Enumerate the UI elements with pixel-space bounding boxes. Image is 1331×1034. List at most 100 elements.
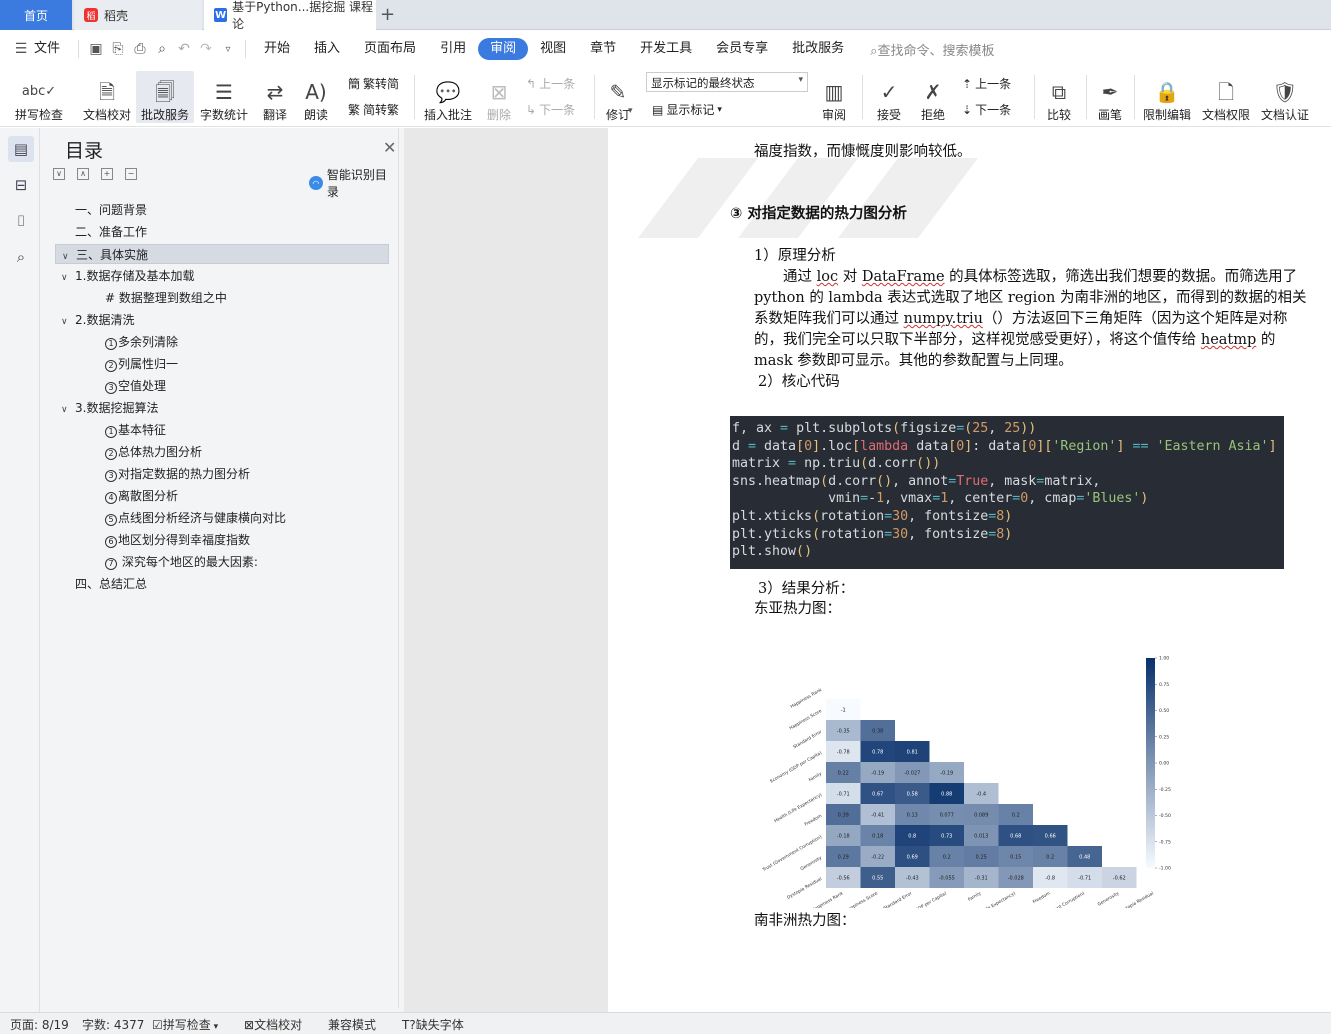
- read-aloud-button[interactable]: A) 朗读: [298, 71, 334, 123]
- collapse-all-icon[interactable]: ∧: [77, 168, 89, 180]
- spell-check-label: 拼写检查: [14, 108, 63, 122]
- smart-toc-button[interactable]: ◠ 智能识别目录: [309, 166, 398, 200]
- toc-item[interactable]: 四、总结汇总: [75, 574, 147, 594]
- remove-heading-icon[interactable]: −: [125, 168, 137, 180]
- undo-icon[interactable]: ↶: [173, 41, 195, 57]
- paragraph-line: 的，我们完全可以只取下半部分，这样视觉感受更好），将这个值传给 heatmp 的: [754, 328, 1275, 349]
- toc-item[interactable]: 3 空值处理: [105, 376, 166, 396]
- accept-button[interactable]: ✓ 接受: [870, 71, 908, 123]
- tab-document[interactable]: W 基于Python...据挖掘 课程论: [204, 0, 376, 31]
- menu-grading[interactable]: 批改服务: [780, 38, 856, 60]
- toc-item[interactable]: 1 多余列清除: [105, 332, 178, 352]
- spell-check-button[interactable]: abc✓ 拼写检查: [8, 71, 70, 123]
- toc-item[interactable]: 2 总体热力图分析: [105, 442, 202, 462]
- menu-insert[interactable]: 插入: [302, 38, 352, 60]
- prev-change-button[interactable]: ⇡ 上一条: [962, 75, 1011, 92]
- figure-caption: 南非洲热力图：: [754, 913, 856, 929]
- menu-view[interactable]: 视图: [528, 38, 578, 60]
- preview-icon[interactable]: ⌕: [151, 41, 173, 57]
- menu-chapter[interactable]: 章节: [578, 38, 628, 60]
- expand-all-icon[interactable]: ∨: [53, 168, 65, 180]
- paragraph-line: 通过 loc 对 DataFrame 的具体标签选取，筛选出我们想要的数据。而筛…: [754, 265, 1297, 286]
- delete-comment-button[interactable]: ⊠ 删除: [480, 71, 518, 123]
- chevron-down-icon[interactable]: ∨: [61, 268, 75, 288]
- menu-file[interactable]: 文件: [32, 38, 72, 60]
- menu-start[interactable]: 开始: [252, 38, 302, 60]
- chevron-down-icon[interactable]: ∨: [61, 400, 75, 420]
- save-icon[interactable]: ▣: [85, 41, 107, 57]
- bookmark-icon[interactable]: ⌷: [8, 208, 34, 234]
- compare-label: 比较: [1046, 108, 1071, 122]
- toc-item[interactable]: 一、问题背景: [75, 200, 147, 220]
- command-search[interactable]: ⌕查找命令、搜索模板: [870, 40, 994, 59]
- review-pane-button[interactable]: ▥ 审阅: [816, 71, 852, 123]
- traditional-to-simplified-button[interactable]: 簡繁转简: [348, 75, 399, 92]
- restrict-editing-button[interactable]: 🔒 限制编辑: [1140, 71, 1194, 123]
- heatmap-ytick-label: Standard Error: [792, 729, 823, 750]
- toc-item[interactable]: # 数据整理到数组之中: [105, 288, 227, 308]
- prev-comment-button[interactable]: ↰ 上一条: [526, 75, 575, 92]
- next-comment-button[interactable]: ↳ 下一条: [526, 101, 575, 118]
- chevron-down-icon[interactable]: ∨: [62, 247, 76, 267]
- next-change-button[interactable]: ⇣ 下一条: [962, 101, 1011, 118]
- grading-service-button[interactable]: 🗐 批改服务: [136, 71, 194, 123]
- toc-item[interactable]: ∨ 2.数据清洗: [61, 310, 134, 330]
- chapter-nav-icon[interactable]: ⊟: [8, 172, 34, 198]
- new-tab-icon[interactable]: +: [380, 4, 395, 25]
- tab-docer[interactable]: 稻稻壳: [74, 0, 202, 30]
- redo-icon[interactable]: ↷: [195, 41, 217, 57]
- word-count[interactable]: 字数: 4377: [82, 1016, 144, 1033]
- menu-member[interactable]: 会员专享: [704, 38, 780, 60]
- menu-reference[interactable]: 引用: [428, 38, 478, 60]
- print-icon[interactable]: ⎙: [129, 41, 151, 57]
- customize-icon[interactable]: ▿: [217, 44, 239, 55]
- close-icon[interactable]: ✕: [383, 138, 396, 157]
- toc-item[interactable]: 7 深究每个地区的最大因素:: [105, 552, 258, 572]
- document-canvas[interactable]: 福度指数，而慷慨度则影响较低。 ③ 对指定数据的热力图分析 1）原理分析 通过 …: [404, 128, 1331, 1012]
- toc-item[interactable]: ∨ 1.数据存储及基本加载: [61, 266, 194, 286]
- find-icon[interactable]: ⌕: [8, 244, 34, 270]
- toc-item[interactable]: 4 离散图分析: [105, 486, 178, 506]
- document-permission-button[interactable]: 🗋 文档权限: [1199, 71, 1253, 123]
- menu-review[interactable]: 审阅: [478, 38, 529, 60]
- markup-state-select[interactable]: 显示标记的最终状态 ▾: [646, 72, 808, 92]
- toc-item[interactable]: ∨ 三、具体实施: [55, 244, 389, 264]
- toc-item[interactable]: 二、准备工作: [75, 222, 147, 242]
- toc-item[interactable]: 3 对指定数据的热力图分析: [105, 464, 250, 484]
- track-changes-chevron-icon[interactable]: ▾: [628, 106, 633, 116]
- tab-home[interactable]: 首页: [0, 0, 72, 30]
- status-proofread[interactable]: ⊠文档校对: [244, 1016, 302, 1033]
- document-search-icon: 🗐: [155, 80, 175, 104]
- export-icon[interactable]: ⎘: [107, 41, 129, 57]
- colorbar-tick-label: 0.25: [1159, 734, 1169, 740]
- outline-icon[interactable]: ▤: [8, 136, 34, 162]
- toc-item[interactable]: 5 点线图分析经济与健康横向对比: [105, 508, 286, 528]
- toc-item-label: 3.数据挖掘算法: [75, 401, 159, 415]
- insert-comment-button[interactable]: 💬 插入批注: [422, 71, 474, 123]
- show-markup-button[interactable]: ▤ 显示标记 ▾: [652, 101, 722, 118]
- heatmap-cell-value: 0.68: [1010, 834, 1021, 840]
- document-page[interactable]: 福度指数，而慷慨度则影响较低。 ③ 对指定数据的热力图分析 1）原理分析 通过 …: [608, 128, 1331, 1012]
- status-spell-check[interactable]: ☑拼写检查 ▾: [152, 1016, 218, 1033]
- hamburger-icon[interactable]: ☰: [10, 41, 32, 57]
- reject-button[interactable]: ✗ 拒绝: [914, 71, 952, 123]
- compare-button[interactable]: ⧉ 比较: [1040, 71, 1078, 123]
- simplified-to-traditional-button[interactable]: 繁简转繁: [348, 101, 399, 118]
- word-count-button[interactable]: ☰ 字数统计: [196, 71, 252, 123]
- toc-item[interactable]: 1 基本特征: [105, 420, 166, 440]
- ink-button[interactable]: ✒ 画笔: [1094, 71, 1126, 123]
- document-certify-button[interactable]: 🛡 文档认证: [1258, 71, 1312, 123]
- translate-button[interactable]: ⇄ 翻译: [256, 71, 294, 123]
- proofread-button[interactable]: 🗎 文档校对: [78, 71, 136, 123]
- missing-font[interactable]: T?缺失字体: [402, 1016, 464, 1033]
- toc-item[interactable]: 2 列属性归一: [105, 354, 178, 374]
- toc-item-label: 空值处理: [118, 379, 167, 393]
- chevron-down-icon: ▾: [798, 75, 803, 85]
- toc-item[interactable]: ∨ 3.数据挖掘算法: [61, 398, 158, 418]
- chevron-down-icon[interactable]: ∨: [61, 312, 75, 332]
- add-heading-icon[interactable]: +: [101, 168, 113, 180]
- menu-layout[interactable]: 页面布局: [352, 38, 428, 60]
- toc-item[interactable]: 6 地区划分得到幸福度指数: [105, 530, 250, 550]
- menu-devtools[interactable]: 开发工具: [628, 38, 704, 60]
- page-indicator[interactable]: 页面: 8/19: [10, 1016, 69, 1033]
